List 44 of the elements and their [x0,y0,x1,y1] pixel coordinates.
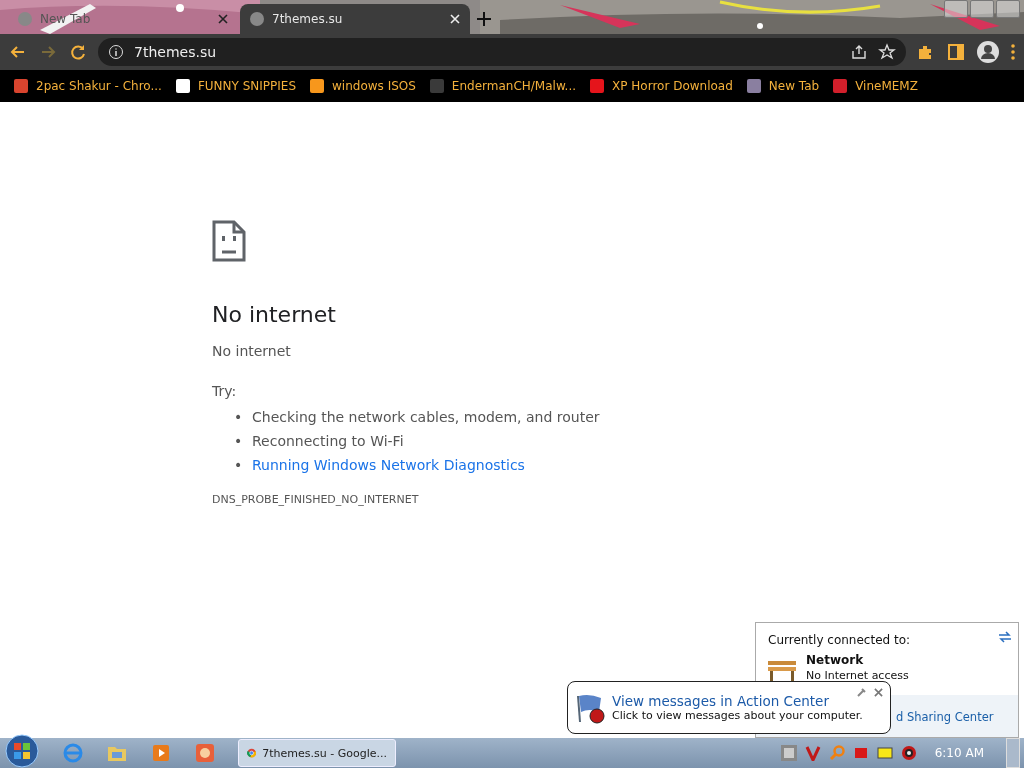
speaker-icon[interactable] [900,745,917,761]
bookmark[interactable]: 2pac Shakur - Chro... [14,79,162,93]
address-bar[interactable]: 7themes.su [98,38,906,66]
profile-icon[interactable] [976,40,1000,64]
arrows-icon[interactable] [998,631,1012,643]
start-button[interactable] [4,733,40,768]
suggestion-text: Reconnecting to Wi-Fi [252,432,404,451]
sad-page-icon [212,220,246,262]
bookmark[interactable]: New Tab [746,79,820,93]
star-icon[interactable] [878,43,896,61]
close-icon[interactable] [874,688,883,697]
bullet: • [234,456,244,475]
side-panel-icon[interactable] [946,42,966,62]
menu-icon[interactable] [1010,42,1016,62]
try-label: Try: [212,383,238,399]
bookmark[interactable]: VineMEMZ [833,79,918,93]
popup-heading: Currently connected to: [768,633,911,647]
diagnostics-link[interactable]: Running Windows Network Diagnostics [252,453,525,477]
bookmark[interactable]: XP Horror Download [590,79,733,93]
bookmark[interactable]: FUNNY SNIPPIES [175,79,297,93]
notification-body: Click to view messages about your computer. [612,709,863,722]
notification-title: View messages in Action Center [612,693,829,709]
info-icon[interactable] [108,44,124,60]
bullet: • [234,432,244,451]
error-heading: No internet [212,302,337,327]
error-message: No internet [212,343,292,359]
bookmark[interactable]: EndermanCH/Malw... [429,79,577,93]
sharing-center-link[interactable]: d Sharing Center [896,710,994,724]
media-player-icon[interactable] [150,742,172,764]
network-status: No Internet access [806,669,909,682]
close-icon[interactable] [218,14,228,24]
error-code: DNS_PROBE_FINISHED_NO_INTERNET [212,493,420,506]
browser-tab[interactable]: 7themes.su [240,4,470,34]
suggestion-text: Checking the network cables, modem, and router [252,408,600,427]
app-icon[interactable] [194,742,216,764]
bench-icon [766,659,798,681]
v-logo-icon[interactable] [804,745,821,761]
network-name: Network [806,653,864,667]
wrench-icon[interactable] [856,688,866,698]
taskbar-window-button[interactable]: 7themes.su - Google... [238,739,396,767]
bullet: • [234,408,244,427]
share-icon[interactable] [850,43,868,61]
bookmark[interactable]: windows ISOS [310,79,416,93]
notification-balloon[interactable]: View messages in Action Center Click to view messages about your computer. [567,681,891,734]
